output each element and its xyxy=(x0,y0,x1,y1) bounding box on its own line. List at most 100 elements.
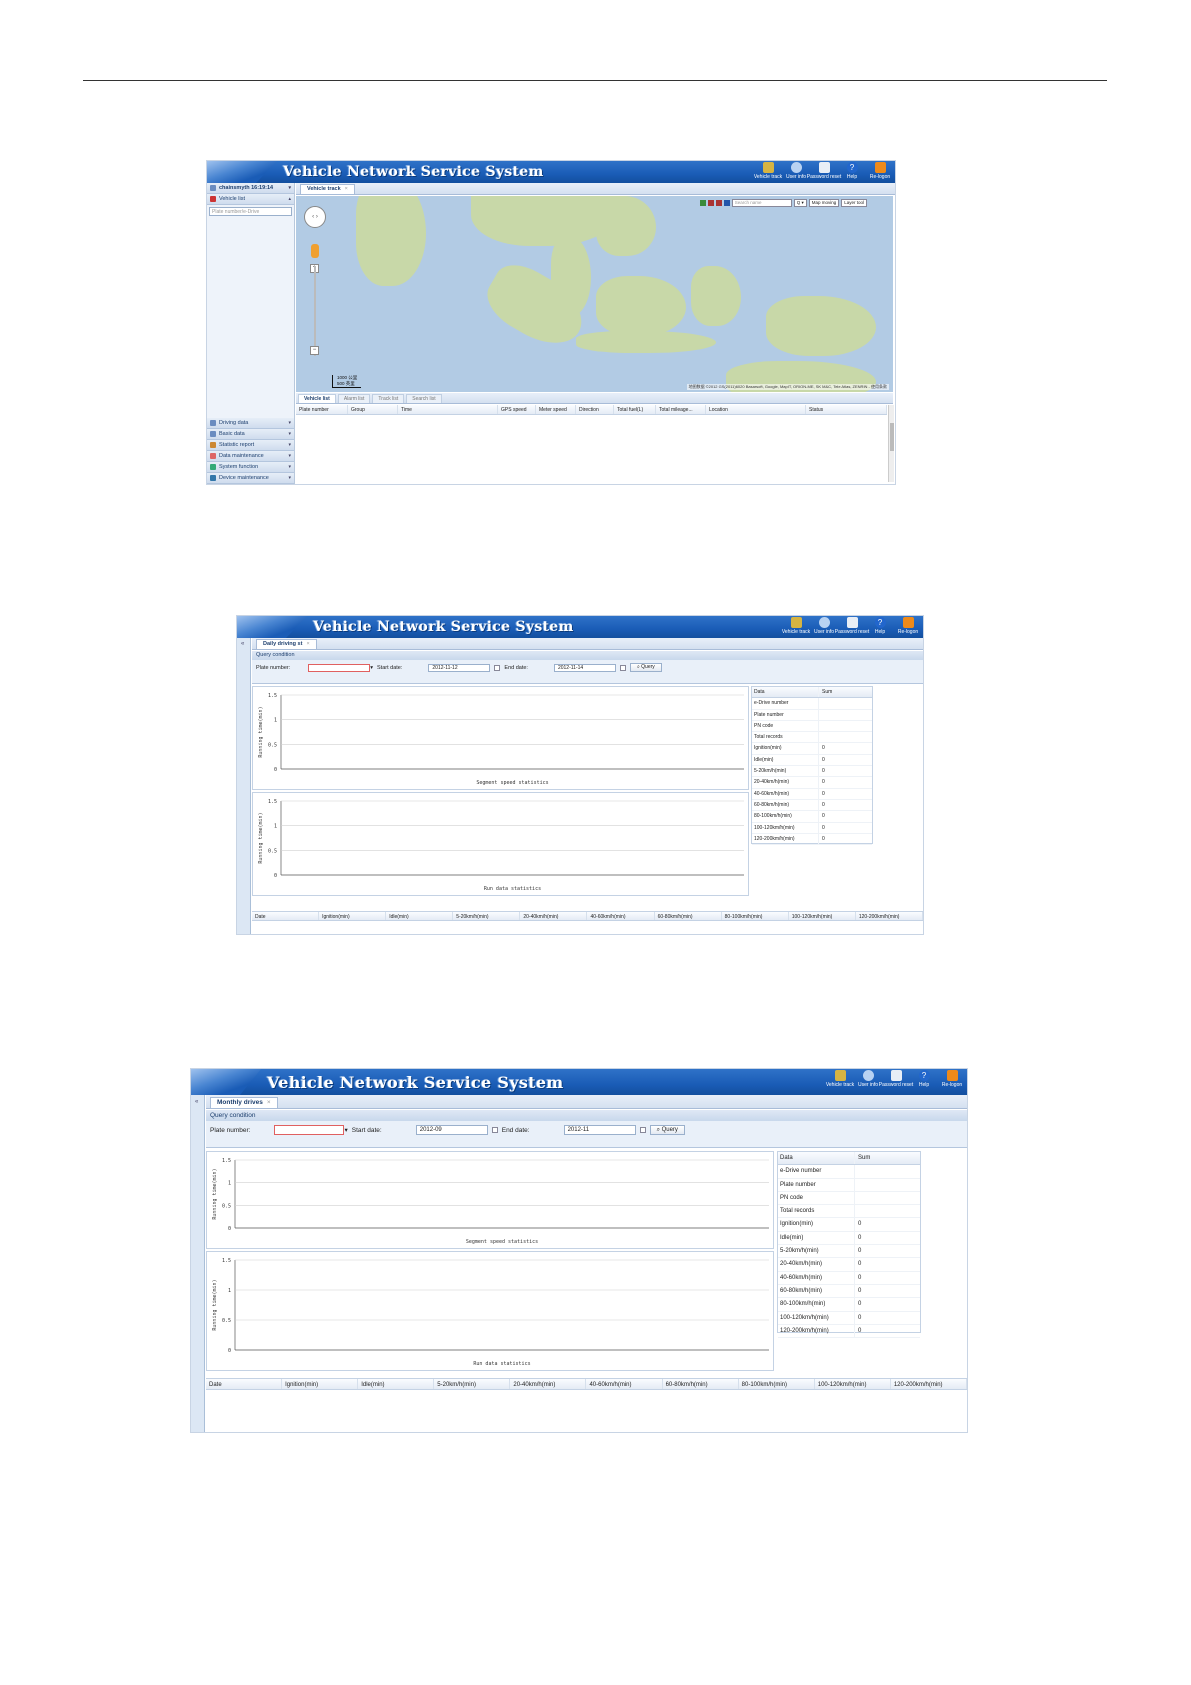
close-icon[interactable]: × xyxy=(306,640,309,649)
column-header[interactable]: Date xyxy=(252,912,320,920)
column-header[interactable]: 80-100km/h(min) xyxy=(739,1379,815,1389)
column-header[interactable]: 100-120km/h(min) xyxy=(789,912,856,920)
plate-number-input[interactable] xyxy=(308,663,371,672)
header-data[interactable]: Data xyxy=(778,1152,854,1164)
start-date-input[interactable]: 2012-09 xyxy=(415,1125,488,1135)
column-header[interactable]: Plate number xyxy=(296,405,348,414)
scrollbar-thumb[interactable] xyxy=(890,423,894,451)
expand-icon[interactable]: « xyxy=(241,641,244,647)
help-button[interactable]: ? Help xyxy=(841,162,863,180)
calendar-icon[interactable] xyxy=(491,1127,498,1133)
column-header[interactable]: Idle(min) xyxy=(386,912,454,920)
plate-dropdown-icon[interactable]: ▾ xyxy=(370,665,373,671)
vehicle-track-button[interactable]: Vehicle track xyxy=(754,162,782,180)
header-sum[interactable]: Sum xyxy=(818,687,872,698)
column-header[interactable]: GPS speed xyxy=(498,405,536,414)
calendar-icon[interactable] xyxy=(639,1127,646,1133)
menu-item-device-maintenance[interactable]: Device maintenance ▾ xyxy=(207,473,294,484)
column-header[interactable]: 80-100km/h(min) xyxy=(722,912,789,920)
street-view-pegman-icon[interactable] xyxy=(311,244,319,258)
marker-icon[interactable] xyxy=(707,200,714,206)
column-header[interactable]: Direction xyxy=(576,405,614,414)
layer-tool-select[interactable]: Layer tool xyxy=(841,199,867,207)
column-header[interactable]: 40-60km/h(min) xyxy=(586,1379,663,1389)
zoom-out-button[interactable]: − xyxy=(310,346,319,355)
column-header[interactable]: 120-200km/h(min) xyxy=(856,912,923,920)
close-icon[interactable] xyxy=(723,200,730,206)
help-button[interactable]: ? Help xyxy=(913,1070,935,1088)
column-header[interactable]: Date xyxy=(206,1379,283,1389)
column-header[interactable]: Ignition(min) xyxy=(319,912,387,920)
map-search-button[interactable]: Q ▾ xyxy=(793,199,807,207)
end-date-input[interactable]: 2012-11 xyxy=(563,1125,636,1135)
column-header[interactable]: Idle(min) xyxy=(358,1379,435,1389)
vehicle-search-input[interactable]: Plate number/e-Drive xyxy=(209,207,292,216)
pan-control[interactable]: ‹ › xyxy=(304,206,326,228)
calendar-icon[interactable] xyxy=(494,664,501,671)
menu-item-driving-data[interactable]: Driving data ▾ xyxy=(207,418,294,429)
tab-search-list[interactable]: Search list xyxy=(406,394,442,403)
plate-number-input[interactable] xyxy=(274,1125,345,1135)
column-header[interactable]: 40-60km/h(min) xyxy=(587,912,655,920)
vehicle-list-header[interactable]: Vehicle list ▴ xyxy=(207,194,294,205)
tab-track-list[interactable]: Track list xyxy=(372,394,405,403)
end-date-input[interactable]: 2012-11-14 xyxy=(553,663,616,672)
column-header[interactable]: 120-200km/h(min) xyxy=(891,1379,967,1389)
plate-dropdown-icon[interactable]: ▾ xyxy=(344,1126,347,1134)
calendar-icon[interactable] xyxy=(619,664,626,671)
vertical-scrollbar[interactable] xyxy=(888,405,894,482)
password-reset-button[interactable]: Password reset xyxy=(835,617,869,635)
header-data[interactable]: Data xyxy=(752,687,818,697)
user-info-button[interactable]: User info xyxy=(813,617,835,635)
column-header[interactable]: 100-120km/h(min) xyxy=(815,1379,891,1389)
tab-monthly-drives[interactable]: Monthly drives × xyxy=(210,1097,278,1108)
query-button[interactable]: ⌕ Query xyxy=(649,1125,685,1135)
column-header[interactable]: Time xyxy=(398,405,498,414)
close-icon[interactable]: × xyxy=(267,1098,271,1108)
user-info-button[interactable]: User info xyxy=(785,162,807,180)
column-header[interactable]: 20-40km/h(min) xyxy=(520,912,588,920)
help-button[interactable]: ? Help xyxy=(869,617,891,635)
tab-daily-driving[interactable]: Daily driving st × xyxy=(256,639,317,649)
column-header[interactable]: 5-20km/h(min) xyxy=(453,912,521,920)
start-date-input[interactable]: 2012-11-12 xyxy=(428,663,491,672)
password-reset-button[interactable]: Password reset xyxy=(879,1070,913,1088)
column-header[interactable]: Total fuel(L) xyxy=(614,405,656,414)
user-header[interactable]: chainsmyth 16:19:14 ▾ xyxy=(207,183,294,194)
column-header[interactable]: Meter speed xyxy=(536,405,576,414)
tab-vehicle-list[interactable]: Vehicle list xyxy=(298,394,336,403)
column-header[interactable]: Total mileage... xyxy=(656,405,706,414)
menu-item-data-maintenance[interactable]: Data maintenance ▾ xyxy=(207,451,294,462)
user-info-button[interactable]: User info xyxy=(857,1070,879,1088)
column-header[interactable]: Location xyxy=(706,405,806,414)
password-reset-button[interactable]: Password reset xyxy=(807,162,841,180)
column-header[interactable]: 20-40km/h(min) xyxy=(510,1379,587,1389)
tab-vehicle-track[interactable]: Vehicle track × xyxy=(300,184,355,194)
column-header[interactable]: 60-80km/h(min) xyxy=(655,912,722,920)
collapsed-sidebar[interactable]: « xyxy=(237,638,251,934)
map-view[interactable]: ‹ › + − Search name Q ▾ Map moving Layer… xyxy=(296,196,893,392)
vehicle-track-button[interactable]: Vehicle track xyxy=(826,1070,854,1088)
map-search-input[interactable]: Search name xyxy=(731,199,792,207)
menu-item-system-function[interactable]: System function ▾ xyxy=(207,462,294,473)
layer-icon[interactable] xyxy=(699,200,706,206)
route-icon[interactable] xyxy=(715,200,722,206)
column-header[interactable]: 60-80km/h(min) xyxy=(663,1379,739,1389)
expand-icon[interactable]: « xyxy=(195,1099,198,1105)
tab-alarm-list[interactable]: Alarm list xyxy=(337,394,371,403)
vehicle-track-button[interactable]: Vehicle track xyxy=(782,617,810,635)
relogon-button[interactable]: Re-logon xyxy=(941,1070,963,1088)
close-icon[interactable]: × xyxy=(345,185,348,194)
column-header[interactable]: Status xyxy=(806,405,887,414)
column-header[interactable]: Ignition(min) xyxy=(282,1379,359,1389)
map-moving-select[interactable]: Map moving xyxy=(808,199,840,207)
query-button[interactable]: ⌕ Query xyxy=(629,663,662,672)
relogon-button[interactable]: Re-logon xyxy=(897,617,919,635)
column-header[interactable]: Group xyxy=(348,405,398,414)
header-sum[interactable]: Sum xyxy=(854,1152,920,1165)
collapsed-sidebar[interactable]: « xyxy=(191,1095,205,1432)
relogon-button[interactable]: Re-logon xyxy=(869,162,891,180)
menu-item-statistic-report[interactable]: Statistic report ▾ xyxy=(207,440,294,451)
column-header[interactable]: 5-20km/h(min) xyxy=(434,1379,511,1389)
menu-item-basic-data[interactable]: Basic data ▾ xyxy=(207,429,294,440)
